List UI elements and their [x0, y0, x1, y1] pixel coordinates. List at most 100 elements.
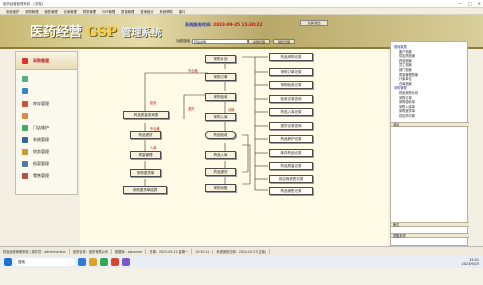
nav-label: 档案管理 [33, 161, 49, 166]
logo-text: 管理系统 [121, 28, 162, 39]
nav-item[interactable] [22, 113, 33, 119]
menu-item[interactable]: 销售管理 [44, 9, 57, 14]
nav-item-store[interactable]: 门店维护 [22, 125, 49, 131]
brand-logo: 医药经营 GSP 管理系统 [30, 21, 161, 40]
logo-gsp: GSP [86, 25, 117, 40]
flow-node[interactable]: 药品退货 [205, 168, 236, 176]
nav-item-stock[interactable]: 库存管理 [22, 101, 49, 107]
nav-header: 采购管理 [16, 52, 77, 70]
flow-node[interactable]: 采购验收 [205, 93, 236, 101]
flow-node[interactable]: 采购入库 [205, 113, 236, 121]
flow-node[interactable]: 质量管理 [130, 151, 161, 159]
record-node[interactable]: 库存药品记录 [269, 149, 313, 157]
record-node[interactable]: 药品入库记录 [269, 108, 313, 116]
flow-node[interactable]: 采购订单 [205, 73, 236, 81]
nav-item[interactable] [22, 76, 33, 82]
flow-label: 拒收 [150, 101, 157, 105]
record-node[interactable]: 采购订单记录 [269, 68, 313, 76]
taskbar-clock[interactable]: 15:31 2023/9/25 [462, 258, 483, 266]
status-company: 医院名称：医药有限公司 [70, 249, 112, 254]
folder-icon[interactable] [89, 258, 97, 266]
status-time: 15:30:22 [192, 249, 214, 254]
cart-icon [22, 58, 28, 64]
status-database: 数据库：sqlserver [112, 249, 147, 254]
menu-item[interactable]: 仓库管理 [64, 9, 77, 14]
menu-item[interactable]: 系统帮助 [160, 9, 173, 14]
cart-icon [22, 113, 28, 119]
record-node[interactable]: 药品采购记录 [269, 53, 313, 61]
function-search: 功能搜索 药品采购 [176, 39, 248, 44]
logo-text: 医药经营 [30, 25, 83, 40]
page-margin [0, 268, 483, 285]
search-input[interactable]: 药品采购 [192, 39, 248, 44]
flow-node[interactable]: 药品入库 [205, 151, 236, 159]
menu-item[interactable]: 质量管理 [121, 9, 134, 14]
menu-item[interactable]: 系统维护 [6, 9, 19, 14]
menu-item[interactable]: 窗口 [179, 9, 186, 14]
flow-label: 入库 [150, 146, 157, 150]
status-bar: 药品经营管理系统 | 操作员：administrator 医院名称：医药有限公司… [0, 246, 483, 256]
menu-bar: 系统维护 采购管理 销售管理 仓库管理 财务管理 GSP管理 质量管理 查询统计… [0, 8, 483, 15]
search-label: 功能搜索 [176, 39, 190, 43]
app-icon[interactable] [122, 258, 130, 266]
nav-item-finance[interactable]: 财务管理 [22, 149, 49, 155]
right-panel: 基础数据 客户档案 供应商档案 药品档案 员工档案 部门档案 质量管理档案 计量… [390, 41, 469, 246]
nav-item-system[interactable]: 系统管理 [22, 137, 49, 143]
time-label: 系统服务时间: [185, 22, 212, 27]
sales-tab-button[interactable]: 销售管理 [273, 39, 295, 44]
flow-node[interactable]: 采购计划 [205, 55, 236, 63]
nav-item[interactable] [22, 88, 33, 94]
logout-button[interactable]: 注销/退出 [300, 20, 328, 26]
box-icon [22, 101, 28, 107]
minimize-button[interactable]: — [458, 0, 462, 8]
tree-node[interactable]: 供应商付款 [394, 114, 418, 119]
flow-node[interactable]: 采购退货单结算 [123, 186, 167, 194]
menu-item[interactable]: 查询统计 [140, 9, 153, 14]
gear-icon [22, 137, 28, 143]
nav-label: 零售管理 [33, 173, 49, 178]
record-node[interactable]: 供应商资质记录 [269, 175, 313, 183]
app-icon[interactable] [111, 258, 119, 266]
window-controls: — □ ✕ [458, 0, 481, 8]
record-node[interactable]: 药品质量记录 [269, 162, 313, 170]
nav-label: 系统管理 [33, 137, 49, 142]
nav-item-purchase[interactable]: 采购管理 [22, 58, 49, 64]
menu-item[interactable]: 采购管理 [25, 9, 38, 14]
close-button[interactable]: ✕ [478, 0, 481, 8]
nav-item-retail[interactable]: 零售管理 [22, 173, 49, 179]
workflow-diagram: 采购计划 采购订单 采购验收 采购入库 药品验收 药品入库 药品退货 采购对账 … [80, 49, 388, 246]
windows-start-icon[interactable] [4, 258, 12, 266]
flow-node[interactable]: 药品验收 [205, 131, 236, 139]
taskbar-search-input[interactable]: 搜索 [15, 258, 75, 266]
record-node[interactable]: 验收记录查询 [269, 95, 313, 103]
nav-label: 库存管理 [33, 101, 49, 106]
record-node[interactable]: 药品销售记录 [269, 187, 313, 195]
purchase-tab-button[interactable]: 采购管理 [248, 39, 270, 44]
flow-node[interactable]: 药品退货 [130, 131, 161, 139]
status-date: 日期：2023-09-25 星期一 [146, 249, 193, 254]
status-license: 系统授权日期：2024-03-27(正版) [213, 249, 271, 254]
nav-label: 采购管理 [33, 58, 49, 63]
record-node[interactable]: 采购验收记录 [269, 81, 313, 89]
flow-node[interactable]: 药品质量查询表 [123, 111, 169, 119]
nav-label: 门店维护 [33, 125, 49, 130]
people-icon [22, 88, 28, 94]
folder-icon [22, 161, 28, 167]
flow-node[interactable]: 采购对账 [205, 184, 236, 192]
message-section-header: 消息 [391, 122, 469, 127]
server-time: 系统服务时间: 2023-09-25 15:30:22 [185, 22, 262, 28]
nav-item-archive[interactable]: 档案管理 [22, 161, 49, 167]
record-node[interactable]: 药品养护记录 [269, 135, 313, 143]
menu-item[interactable]: 财务管理 [83, 9, 96, 14]
clock-date: 2023/9/25 [461, 262, 479, 266]
left-nav: 采购管理 库存管理 门店维护 系统管理 财务管理 档案管理 零售管理 [15, 51, 78, 195]
time-value: 2023-09-25 15:30:22 [213, 22, 263, 27]
flow-label: 不合格 [188, 69, 198, 73]
flow-label: 不合格 [150, 127, 160, 131]
maximize-button[interactable]: □ [468, 0, 472, 8]
taskview-icon[interactable] [78, 258, 86, 266]
menu-item[interactable]: GSP管理 [102, 9, 115, 14]
record-node[interactable]: 退货记录查询 [269, 122, 313, 130]
flow-node[interactable]: 采购退货单 [130, 169, 161, 177]
browser-icon[interactable] [100, 258, 108, 266]
